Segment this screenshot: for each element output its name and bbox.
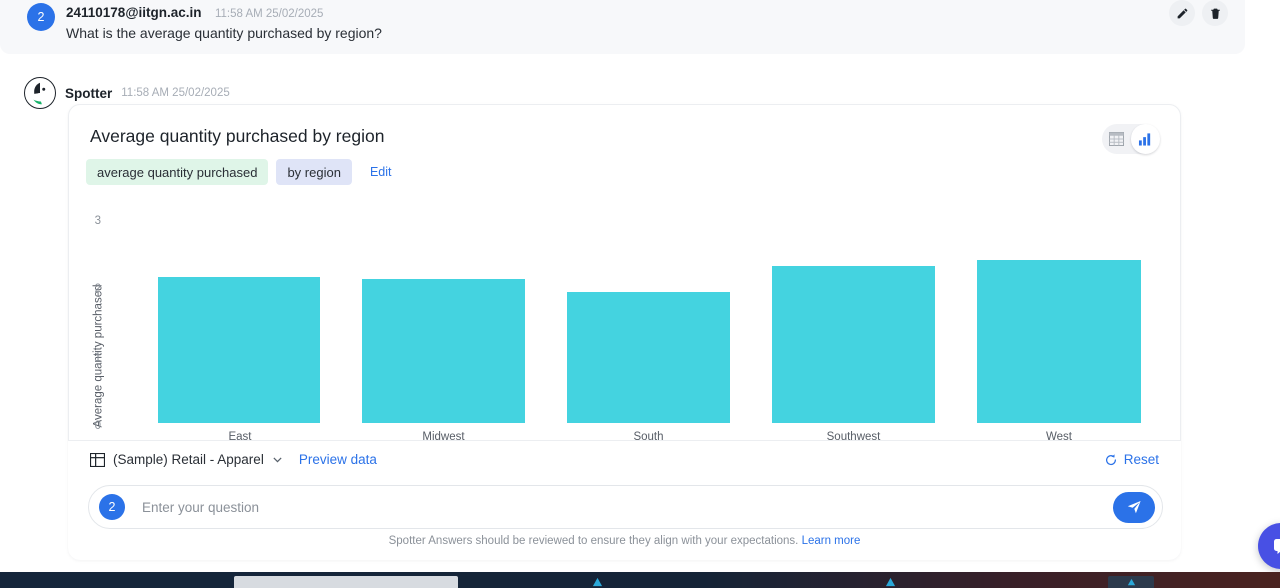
user-email: 24110178@iitgn.ac.in (66, 5, 202, 20)
trash-icon (1210, 8, 1220, 19)
ask-avatar-initial: 2 (108, 500, 116, 514)
taskbar-app-icon[interactable] (885, 577, 896, 588)
refresh-icon (1105, 453, 1116, 465)
user-message-text: What is the average quantity purchased b… (66, 25, 382, 41)
bar-east[interactable] (158, 277, 320, 423)
ask-question-bar[interactable]: 2 (88, 485, 1163, 529)
taskbar-app-icon[interactable] (1126, 577, 1137, 588)
data-source-row[interactable]: (Sample) Retail - Apparel Preview data (90, 452, 377, 467)
spotter-logo-icon (24, 77, 56, 109)
pencil-icon (1177, 8, 1187, 18)
user-message-meta: 24110178@iitgn.ac.in 11:58 AM 25/02/2025 (66, 4, 323, 22)
y-tick-0: 0 (94, 420, 101, 432)
bar-southwest[interactable] (772, 266, 935, 423)
preview-data-link[interactable]: Preview data (299, 452, 377, 467)
floating-chat-button[interactable] (1258, 523, 1280, 569)
edit-question-button[interactable] (1169, 0, 1195, 26)
bar-west[interactable] (977, 260, 1141, 423)
disclaimer-text: Spotter Answers should be reviewed to en… (68, 535, 1181, 547)
ask-avatar: 2 (99, 494, 125, 520)
chevron-down-icon[interactable] (272, 454, 283, 465)
y-tick-1: 1 (94, 352, 101, 364)
user-avatar-initial: 2 (37, 10, 45, 24)
reset-label: Reset (1123, 452, 1159, 467)
taskbar-window-thumbnail[interactable] (234, 576, 458, 588)
assistant-name: Spotter (65, 85, 113, 101)
send-icon (1127, 501, 1141, 514)
reset-button[interactable]: Reset (1104, 452, 1159, 467)
os-taskbar (0, 572, 1280, 588)
bar-south[interactable] (567, 292, 730, 423)
question-input[interactable] (125, 498, 1113, 516)
spotter-answer-page: 2 24110178@iitgn.ac.in 11:58 AM 25/02/20… (0, 0, 1280, 588)
table-icon (90, 452, 105, 467)
user-avatar: 2 (27, 3, 55, 31)
send-button[interactable] (1113, 491, 1155, 523)
y-tick-2: 2 (94, 283, 101, 295)
data-source-name: (Sample) Retail - Apparel (113, 452, 264, 467)
bar-midwest[interactable] (362, 279, 525, 423)
taskbar-app-icon[interactable] (592, 577, 603, 588)
user-message-timestamp: 11:58 AM 25/02/2025 (214, 8, 324, 20)
assistant-timestamp: 11:58 AM 25/02/2025 (121, 87, 230, 99)
delete-question-button[interactable] (1202, 0, 1228, 26)
disclaimer-label: Spotter Answers should be reviewed to en… (388, 535, 799, 547)
y-tick-3: 3 (94, 215, 101, 227)
answer-footer: (Sample) Retail - Apparel Preview data R… (68, 440, 1181, 560)
learn-more-link[interactable]: Learn more (802, 535, 861, 547)
user-message-block: 2 24110178@iitgn.ac.in 11:58 AM 25/02/20… (0, 0, 1245, 54)
chat-bubble-icon (1274, 539, 1280, 554)
